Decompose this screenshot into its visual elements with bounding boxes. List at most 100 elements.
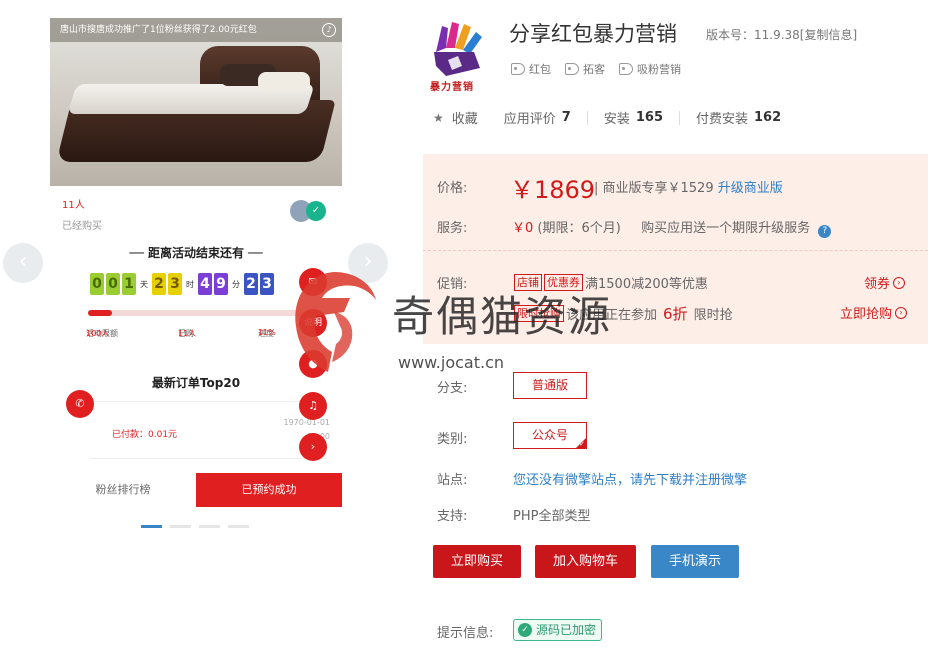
upgrade-business-link[interactable]: 升级商业版	[718, 181, 783, 196]
add-to-cart-button[interactable]: 加入购物车	[535, 545, 636, 578]
tag-label: 吸粉营销	[637, 63, 681, 76]
tag-item[interactable]: 红包	[511, 61, 551, 77]
tag-icon	[511, 63, 525, 75]
rating-value: 7	[561, 110, 571, 125]
phone-call-icon[interactable]: ✆	[66, 390, 94, 418]
tab-reserved[interactable]: 已预约成功	[196, 473, 342, 507]
countdown-digit: 9	[214, 273, 228, 295]
service-info: ￥0 (期限：6个月) 购买应用送一个期限升级服务 ?	[512, 217, 832, 238]
watermark-logo-icon	[295, 272, 376, 372]
business-price-text: | 商业版专享￥1529	[594, 181, 714, 196]
promo-text: 限时抢	[693, 308, 733, 323]
activity-progress-bar	[88, 310, 308, 316]
tag-icon	[565, 63, 579, 75]
chevron-right-icon: ›	[895, 306, 908, 319]
get-coupon-label: 领券	[864, 277, 891, 292]
tag-item[interactable]: 拓客	[565, 61, 605, 77]
countdown-title: ── 距离活动结束还有 ──	[129, 246, 263, 260]
hand-logo-icon	[434, 22, 482, 76]
category-option-label: 公众号	[531, 428, 568, 442]
chevron-right-icon[interactable]: ›	[299, 433, 327, 461]
support-text: PHP全部类型	[513, 509, 591, 524]
progress-value: 11%	[258, 328, 276, 337]
rating-label: 应用评价	[503, 112, 556, 127]
countdown-digit: 0	[90, 273, 104, 295]
gallery-prev-arrow-icon[interactable]: ‹	[3, 243, 43, 283]
star-icon[interactable]: ★	[433, 111, 444, 125]
category-option-official-account[interactable]: 公众号 ✓	[513, 422, 587, 449]
stats-divider	[586, 110, 588, 125]
version-info[interactable]: 版本号：11.9.38[复制信息]	[706, 26, 857, 43]
pagination-dot[interactable]	[199, 525, 220, 528]
branch-option-standard[interactable]: 普通版	[513, 372, 587, 399]
paid-install-value: 162	[754, 110, 782, 125]
tag-label: 红包	[529, 63, 551, 76]
scrolling-ticker: 唐山市搜唐成功推广了1位粉丝获得了2.00元红包	[50, 18, 342, 42]
favorite-button[interactable]: 收藏	[452, 108, 478, 127]
site-register-link[interactable]: 您还没有微擎站点，请先下载并注册微擎	[513, 469, 747, 488]
bottom-tabs: 粉丝排行榜 已预约成功	[50, 473, 342, 507]
branch-label: 分支:	[437, 381, 468, 396]
buyer-count-block: 11人 已经购买	[62, 196, 102, 232]
support-label: 支持:	[437, 509, 468, 524]
install-label: 安装	[603, 112, 630, 127]
countdown-timer: 0 0 1 天 2 3 时 4 9 分 2 3	[90, 272, 274, 296]
site-label: 站点:	[437, 473, 468, 488]
install-value: 165	[635, 110, 663, 125]
logo-text: 暴力营销	[430, 82, 474, 93]
paid-amount: 已付款：0.01元	[112, 430, 178, 440]
order-divider	[90, 458, 326, 459]
service-price: ￥0	[512, 221, 534, 236]
check-circle-icon: ✓	[518, 623, 532, 637]
tab-fans-ranking[interactable]: 粉丝排行榜	[50, 473, 196, 507]
get-coupon-link[interactable]: 领券 ›	[864, 273, 906, 292]
avatar: ✓	[306, 201, 326, 221]
limit-value: 100人	[86, 329, 110, 338]
gallery-screenshot[interactable]: 唐山市搜唐成功推广了1位粉丝获得了2.00元红包 ♪ 11人 已经购买 ✓ ──…	[50, 18, 342, 513]
app-logo: 暴力营销	[428, 18, 498, 94]
pagination-dot[interactable]	[141, 525, 162, 528]
countdown-digit: 4	[198, 273, 212, 295]
buyer-count: 11人	[62, 200, 85, 211]
price-label: 价格:	[437, 181, 468, 196]
buy-now-button[interactable]: 立即购买	[433, 545, 521, 578]
notice-label: 提示信息:	[437, 626, 494, 641]
business-price: | 商业版专享￥1529 升级商业版	[594, 177, 783, 196]
countdown-unit: 分	[232, 279, 240, 289]
progress-fill	[88, 310, 113, 316]
countdown-digit: 3	[168, 273, 182, 295]
music-icon: ♪	[322, 23, 336, 37]
countdown-digit: 0	[106, 273, 120, 295]
paid-install-label: 付费安装	[696, 112, 749, 127]
watermark-text: 奇偶猫资源	[392, 292, 613, 341]
flash-buy-label: 立即抢购	[840, 307, 893, 322]
promo-discount: 6折	[663, 305, 688, 323]
countdown-digit: 3	[260, 273, 274, 295]
flash-buy-link[interactable]: 立即抢购 ›	[840, 303, 908, 322]
pagination-dot[interactable]	[228, 525, 249, 528]
tag-item[interactable]: 吸粉营销	[619, 61, 681, 77]
service-period: (期限：6个月)	[537, 221, 621, 236]
price-value: ￥1869	[510, 176, 596, 204]
tag-label: 拓客	[583, 63, 605, 76]
mobile-demo-button[interactable]: 手机演示	[651, 545, 739, 578]
help-icon[interactable]: ?	[818, 225, 832, 238]
tag-list: 红包 拓客 吸粉营销	[511, 61, 681, 77]
buyer-label: 已经购买	[62, 221, 102, 232]
countdown-digit: 2	[244, 273, 258, 295]
buyer-avatars: ✓	[290, 200, 330, 222]
order-date: 1970-01-01	[283, 418, 331, 427]
music-fab-icon[interactable]: ♫	[299, 392, 327, 420]
countdown-unit: 时	[186, 279, 194, 289]
countdown-digit: 1	[122, 273, 136, 295]
pagination-dot[interactable]	[170, 525, 191, 528]
chevron-right-icon: ›	[893, 276, 906, 289]
checkmark-icon: ✓	[579, 440, 585, 448]
countdown-digit: 2	[152, 273, 166, 295]
countdown-unit: 天	[140, 279, 148, 289]
service-desc: 购买应用送一个期限升级服务	[641, 221, 811, 236]
stats-divider	[679, 110, 680, 125]
bed-pillow	[258, 72, 310, 92]
encrypted-badge: ✓ 源码已加密	[513, 619, 603, 641]
encrypted-text: 源码已加密	[536, 623, 597, 637]
